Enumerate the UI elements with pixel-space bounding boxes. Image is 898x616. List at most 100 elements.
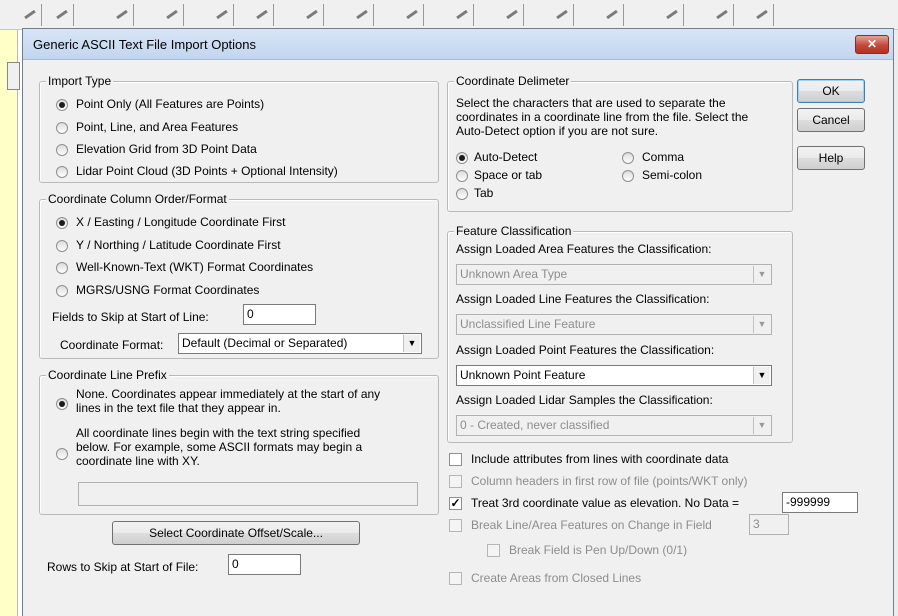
column-headers-checkbox[interactable] bbox=[449, 475, 462, 488]
delimiter-auto-detect-radio[interactable] bbox=[456, 152, 468, 164]
import-type-lidar-label[interactable]: Lidar Point Cloud (3D Points + Optional … bbox=[76, 164, 338, 178]
delimiter-description-line1: Select the characters that are used to s… bbox=[456, 96, 726, 110]
rows-to-skip-input[interactable]: 0 bbox=[228, 554, 301, 575]
coordinate-format-value: Default (Decimal or Separated) bbox=[182, 336, 348, 350]
import-type-legend: Import Type bbox=[46, 74, 114, 88]
pen-up-down-label[interactable]: Break Field is Pen Up/Down (0/1) bbox=[509, 543, 687, 557]
delimiter-comma-radio[interactable] bbox=[622, 152, 634, 164]
delimiter-description-line2: coordinates in a coordinate line from th… bbox=[456, 110, 749, 124]
pen-up-down-checkbox[interactable] bbox=[487, 544, 500, 557]
fields-to-skip-input[interactable]: 0 bbox=[243, 304, 316, 325]
break-field-input[interactable]: 3 bbox=[749, 514, 789, 535]
toolbar-tool-icon[interactable] bbox=[300, 4, 324, 26]
create-areas-label[interactable]: Create Areas from Closed Lines bbox=[471, 571, 641, 585]
close-button[interactable]: ✕ bbox=[855, 35, 889, 54]
prefix-none-radio[interactable] bbox=[56, 398, 68, 410]
prefix-string-input[interactable] bbox=[78, 482, 418, 506]
fields-to-skip-label: Fields to Skip at Start of Line: bbox=[52, 310, 209, 324]
chevron-down-icon[interactable]: ▼ bbox=[753, 367, 770, 384]
break-line-area-checkbox[interactable] bbox=[449, 519, 462, 532]
coord-wkt-radio[interactable] bbox=[56, 262, 68, 274]
dialog-title: Generic ASCII Text File Import Options bbox=[33, 37, 257, 52]
background-app-button[interactable] bbox=[7, 62, 20, 90]
coord-x-first-label[interactable]: X / Easting / Longitude Coordinate First bbox=[76, 215, 285, 229]
delimiter-tab-label[interactable]: Tab bbox=[474, 186, 493, 200]
coordinate-order-legend: Coordinate Column Order/Format bbox=[46, 192, 229, 206]
coord-y-first-label[interactable]: Y / Northing / Latitude Coordinate First bbox=[76, 238, 281, 252]
treat-3rd-coordinate-label[interactable]: Treat 3rd coordinate value as elevation.… bbox=[471, 496, 739, 510]
include-attributes-checkbox[interactable] bbox=[449, 453, 462, 466]
dialog-title-bar[interactable]: Generic ASCII Text File Import Options ✕ bbox=[23, 29, 893, 60]
coord-y-first-radio[interactable] bbox=[56, 240, 68, 252]
delimiter-tab-radio[interactable] bbox=[456, 188, 468, 200]
delimiter-semicolon-label[interactable]: Semi-colon bbox=[642, 168, 702, 182]
area-classification-select[interactable]: Unknown Area Type ▼ bbox=[456, 264, 772, 285]
lidar-classification-value: 0 - Created, never classified bbox=[460, 418, 610, 432]
prefix-none-label-line1[interactable]: None. Coordinates appear immediately at … bbox=[76, 387, 380, 401]
toolbar-tool-icon[interactable] bbox=[110, 4, 134, 26]
import-type-lidar-radio[interactable] bbox=[56, 166, 68, 178]
help-button[interactable]: Help bbox=[797, 146, 865, 170]
delimiter-comma-label[interactable]: Comma bbox=[642, 150, 684, 164]
chevron-down-icon[interactable]: ▼ bbox=[753, 417, 770, 434]
import-type-point-line-area-label[interactable]: Point, Line, and Area Features bbox=[76, 120, 238, 134]
prefix-string-radio[interactable] bbox=[56, 448, 68, 460]
line-classification-label: Assign Loaded Line Features the Classifi… bbox=[456, 292, 710, 306]
delimiter-auto-detect-label[interactable]: Auto-Detect bbox=[474, 150, 537, 164]
select-offset-scale-button[interactable]: Select Coordinate Offset/Scale... bbox=[112, 521, 360, 545]
point-classification-label: Assign Loaded Point Features the Classif… bbox=[456, 343, 715, 357]
toolbar-tool-icon[interactable] bbox=[400, 4, 424, 26]
toolbar-tool-icon[interactable] bbox=[450, 4, 474, 26]
break-line-area-label[interactable]: Break Line/Area Features on Change in Fi… bbox=[471, 518, 712, 532]
toolbar-tool-icon[interactable] bbox=[660, 4, 684, 26]
delimiter-semicolon-radio[interactable] bbox=[622, 170, 634, 182]
toolbar-tool-icon[interactable] bbox=[50, 4, 74, 26]
delimiter-space-tab-label[interactable]: Space or tab bbox=[474, 168, 542, 182]
coordinate-format-select[interactable]: Default (Decimal or Separated) ▼ bbox=[178, 333, 422, 354]
chevron-down-icon[interactable]: ▼ bbox=[403, 335, 420, 352]
coord-x-first-radio[interactable] bbox=[56, 217, 68, 229]
column-headers-label[interactable]: Column headers in first row of file (poi… bbox=[471, 474, 748, 488]
feature-classification-group: Feature Classification Assign Loaded Are… bbox=[447, 224, 793, 443]
import-type-point-only-label[interactable]: Point Only (All Features are Points) bbox=[76, 97, 264, 111]
point-classification-select[interactable]: Unknown Point Feature ▼ bbox=[456, 365, 772, 386]
coord-mgrs-label[interactable]: MGRS/USNG Format Coordinates bbox=[76, 283, 259, 297]
import-type-elevation-grid-radio[interactable] bbox=[56, 144, 68, 156]
coordinate-format-label: Coordinate Format: bbox=[60, 338, 164, 352]
cancel-button[interactable]: Cancel bbox=[797, 108, 865, 132]
prefix-string-label-line1[interactable]: All coordinate lines begin with the text… bbox=[76, 426, 360, 440]
toolbar-tool-icon[interactable] bbox=[710, 4, 734, 26]
import-type-elevation-grid-label[interactable]: Elevation Grid from 3D Point Data bbox=[76, 142, 257, 156]
toolbar-tool-icon[interactable] bbox=[18, 4, 42, 26]
toolbar-tool-icon[interactable] bbox=[210, 4, 234, 26]
delimiter-space-tab-radio[interactable] bbox=[456, 170, 468, 182]
toolbar-tool-icon[interactable] bbox=[250, 4, 274, 26]
ok-button[interactable]: OK bbox=[797, 79, 865, 103]
import-type-point-line-area-radio[interactable] bbox=[56, 122, 68, 134]
toolbar-tool-icon[interactable] bbox=[550, 4, 574, 26]
prefix-none-label-line2[interactable]: lines in the text file that they appear … bbox=[76, 401, 281, 415]
prefix-string-label-line2[interactable]: below. For example, some ASCII formats m… bbox=[76, 440, 362, 454]
lidar-classification-label: Assign Loaded Lidar Samples the Classifi… bbox=[456, 393, 713, 407]
chevron-down-icon[interactable]: ▼ bbox=[753, 266, 770, 283]
import-options-dialog: Generic ASCII Text File Import Options ✕… bbox=[22, 28, 894, 616]
import-type-group: Import Type Point Only (All Features are… bbox=[39, 74, 439, 183]
toolbar-tool-icon[interactable] bbox=[160, 4, 184, 26]
import-type-point-only-radio[interactable] bbox=[56, 99, 68, 111]
toolbar-tool-icon[interactable] bbox=[600, 4, 624, 26]
line-classification-value: Unclassified Line Feature bbox=[460, 317, 596, 331]
no-data-value-input[interactable]: -999999 bbox=[782, 492, 858, 513]
coord-mgrs-radio[interactable] bbox=[56, 285, 68, 297]
prefix-string-label-line3[interactable]: coordinate line with XY. bbox=[76, 454, 200, 468]
toolbar-tool-icon[interactable] bbox=[350, 4, 374, 26]
treat-3rd-coordinate-checkbox[interactable]: ✓ bbox=[449, 497, 462, 510]
coord-wkt-label[interactable]: Well-Known-Text (WKT) Format Coordinates bbox=[76, 260, 313, 274]
lidar-classification-select[interactable]: 0 - Created, never classified ▼ bbox=[456, 415, 772, 436]
toolbar-tool-icon[interactable] bbox=[500, 4, 524, 26]
line-classification-select[interactable]: Unclassified Line Feature ▼ bbox=[456, 314, 772, 335]
create-areas-checkbox[interactable] bbox=[449, 572, 462, 585]
chevron-down-icon[interactable]: ▼ bbox=[753, 316, 770, 333]
toolbar-tool-icon[interactable] bbox=[750, 4, 774, 26]
area-classification-value: Unknown Area Type bbox=[460, 267, 568, 281]
include-attributes-label[interactable]: Include attributes from lines with coord… bbox=[471, 452, 728, 466]
